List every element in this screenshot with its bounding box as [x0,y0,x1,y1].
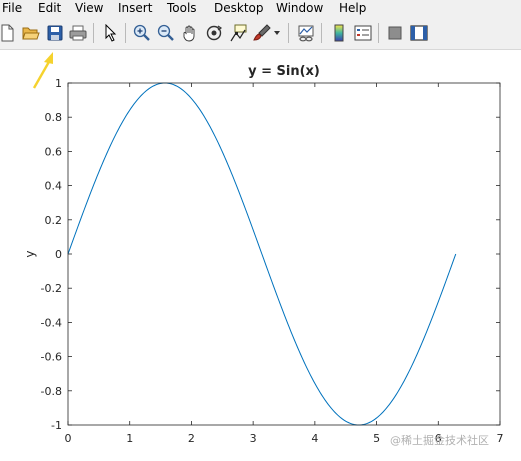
y-tick-label: 0.2 [45,214,63,227]
toolbar-separator [93,23,94,43]
toolbar-separator [378,23,379,43]
link-plot-button[interactable] [295,22,317,44]
data-cursor-icon [230,24,247,42]
rotate-3d-button[interactable] [203,22,225,44]
insert-colorbar-icon [334,24,344,42]
y-axis-label: y [23,250,37,257]
toolbar-separator [288,23,289,43]
pan-button[interactable] [179,22,201,44]
show-plot-tools-icon [410,25,428,41]
figure-toolbar [0,17,521,50]
watermark-text: @稀土掘金技术社区 [390,434,489,447]
edit-plot-arrow-icon [105,24,117,42]
x-tick-label: 7 [497,432,504,445]
link-plot-icon [298,25,314,42]
show-plot-tools-button[interactable] [408,22,430,44]
y-tick-label: 0 [55,248,62,261]
axes-background [68,83,500,425]
zoom-out-icon [157,24,174,41]
open-file-icon [22,27,40,40]
y-tick-label: -0.2 [41,282,62,295]
x-tick-label: 5 [373,432,380,445]
menu-view[interactable]: View [75,0,103,16]
x-axis-label: x [280,457,287,461]
open-file-button[interactable] [20,22,42,44]
menu-desktop[interactable]: Desktop [214,0,264,16]
menu-window[interactable]: Window [276,0,323,16]
y-tick-label: 0.8 [45,111,63,124]
x-tick-label: 1 [126,432,133,445]
brush-dropdown-button[interactable] [271,22,283,44]
brush-button[interactable] [251,22,273,44]
hide-plot-tools-button[interactable] [384,22,406,44]
zoom-in-button[interactable] [131,22,153,44]
new-figure-button[interactable] [0,22,18,44]
new-figure-icon [1,24,14,42]
insert-legend-button[interactable] [352,22,374,44]
menu-file[interactable]: File [2,0,22,16]
menu-bar: File Edit View Insert Tools Desktop Wind… [0,0,521,16]
hide-plot-tools-icon [388,26,402,40]
x-tick-label: 0 [65,432,72,445]
x-tick-label: 4 [311,432,318,445]
dropdown-arrow-icon [274,31,280,35]
y-tick-label: -0.6 [41,351,62,364]
y-tick-label: 0.4 [45,180,63,193]
brush-icon [253,24,271,41]
y-tick-label: -0.4 [41,316,62,329]
toolbar-separator [321,23,322,43]
sine-plot[interactable]: y = Sin(x) x y 01234567-1-0.8-0.6-0.4-0.… [0,50,521,461]
menu-help[interactable]: Help [339,0,366,16]
y-tick-label: 1 [55,77,62,90]
x-tick-label: 2 [188,432,195,445]
menu-insert[interactable]: Insert [118,0,152,16]
x-tick-label: 3 [250,432,257,445]
pan-icon [183,25,195,42]
y-tick-label: -1 [51,419,62,432]
zoom-out-button[interactable] [155,22,177,44]
print-button[interactable] [67,22,89,44]
toolbar-separator [125,23,126,43]
print-icon [69,25,87,41]
y-tick-label: 0.6 [45,145,63,158]
edit-plot-button[interactable] [100,22,122,44]
chart-title: y = Sin(x) [248,64,320,79]
insert-legend-icon [354,25,372,41]
save-icon [47,25,63,41]
rotate-3d-icon [206,25,223,41]
menu-tools[interactable]: Tools [167,0,197,16]
zoom-in-icon [133,24,150,41]
data-cursor-button[interactable] [227,22,249,44]
save-button[interactable] [44,22,66,44]
insert-colorbar-button[interactable] [328,22,350,44]
y-tick-label: -0.8 [41,385,62,398]
figure-canvas[interactable]: y = Sin(x) x y 01234567-1-0.8-0.6-0.4-0.… [0,50,521,461]
menu-edit[interactable]: Edit [38,0,61,16]
